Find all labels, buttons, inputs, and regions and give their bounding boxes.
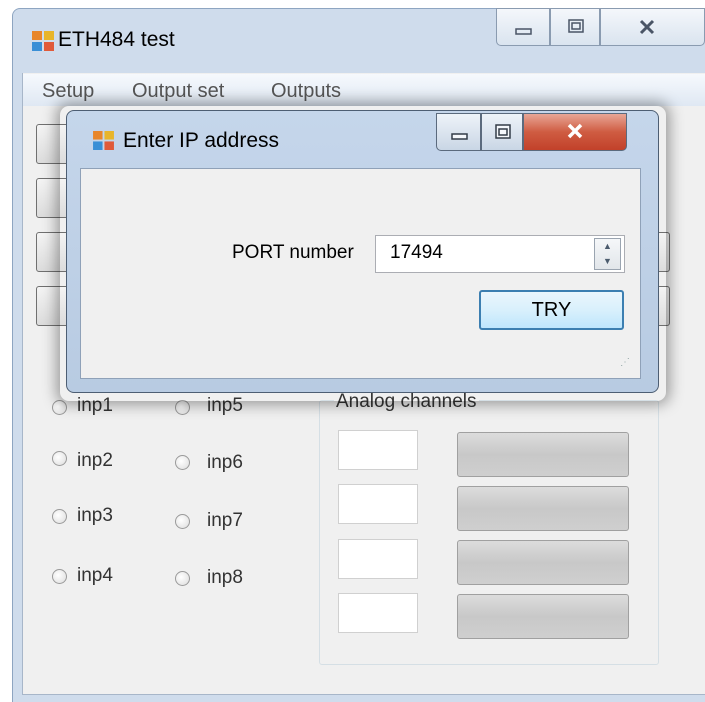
input-radio-5[interactable] [175, 400, 190, 415]
input-label-2: inp2 [77, 450, 113, 471]
input-label-8: inp8 [207, 567, 243, 588]
menu-output-set[interactable]: Output set [132, 80, 224, 103]
analog-value-1[interactable] [338, 430, 418, 470]
main-window-title: ETH484 test [58, 28, 175, 51]
dialog-maximize-button[interactable] [481, 113, 523, 151]
minimize-button[interactable] [496, 8, 550, 46]
analog-bar-1 [457, 432, 629, 477]
close-icon [639, 19, 655, 35]
analog-value-4[interactable] [338, 593, 418, 633]
app-icon [32, 31, 54, 51]
spin-down-icon[interactable]: ▼ [595, 254, 620, 269]
port-number-value[interactable]: 17494 [390, 242, 443, 264]
analog-bar-2 [457, 486, 629, 531]
minimize-icon [451, 133, 468, 140]
maximize-button[interactable] [550, 8, 600, 46]
minimize-icon [515, 28, 532, 35]
input-radio-1[interactable] [52, 400, 67, 415]
dialog-minimize-button[interactable] [436, 113, 481, 151]
dialog-title: Enter IP address [123, 129, 280, 152]
input-radio-8[interactable] [175, 571, 190, 586]
try-button[interactable]: TRY [479, 290, 624, 330]
close-button[interactable] [600, 8, 705, 46]
port-number-label: PORT number [232, 242, 354, 263]
input-radio-3[interactable] [52, 509, 67, 524]
analog-bar-4 [457, 594, 629, 639]
close-icon [567, 123, 583, 139]
main-caption-buttons [496, 8, 705, 48]
dialog-client-area [80, 168, 641, 379]
input-radio-2[interactable] [52, 451, 67, 466]
input-label-4: inp4 [77, 565, 113, 586]
input-label-3: inp3 [77, 505, 113, 526]
maximize-icon [495, 124, 511, 139]
resize-grip-icon[interactable]: ⋰ [620, 357, 631, 368]
spin-up-icon[interactable]: ▲ [595, 239, 620, 254]
input-radio-4[interactable] [52, 569, 67, 584]
analog-value-3[interactable] [338, 539, 418, 579]
dialog-app-icon [93, 131, 114, 150]
analog-value-2[interactable] [338, 484, 418, 524]
maximize-icon [568, 19, 584, 33]
input-label-6: inp6 [207, 452, 243, 473]
menu-bar: Setup Output set Outputs [23, 74, 705, 106]
input-radio-7[interactable] [175, 514, 190, 529]
input-label-7: inp7 [207, 510, 243, 531]
input-radio-6[interactable] [175, 455, 190, 470]
analog-bar-3 [457, 540, 629, 585]
port-spinner[interactable]: ▲ ▼ [594, 238, 621, 270]
menu-outputs[interactable]: Outputs [271, 80, 341, 103]
dialog-close-button[interactable] [523, 113, 627, 151]
menu-setup[interactable]: Setup [42, 80, 94, 103]
